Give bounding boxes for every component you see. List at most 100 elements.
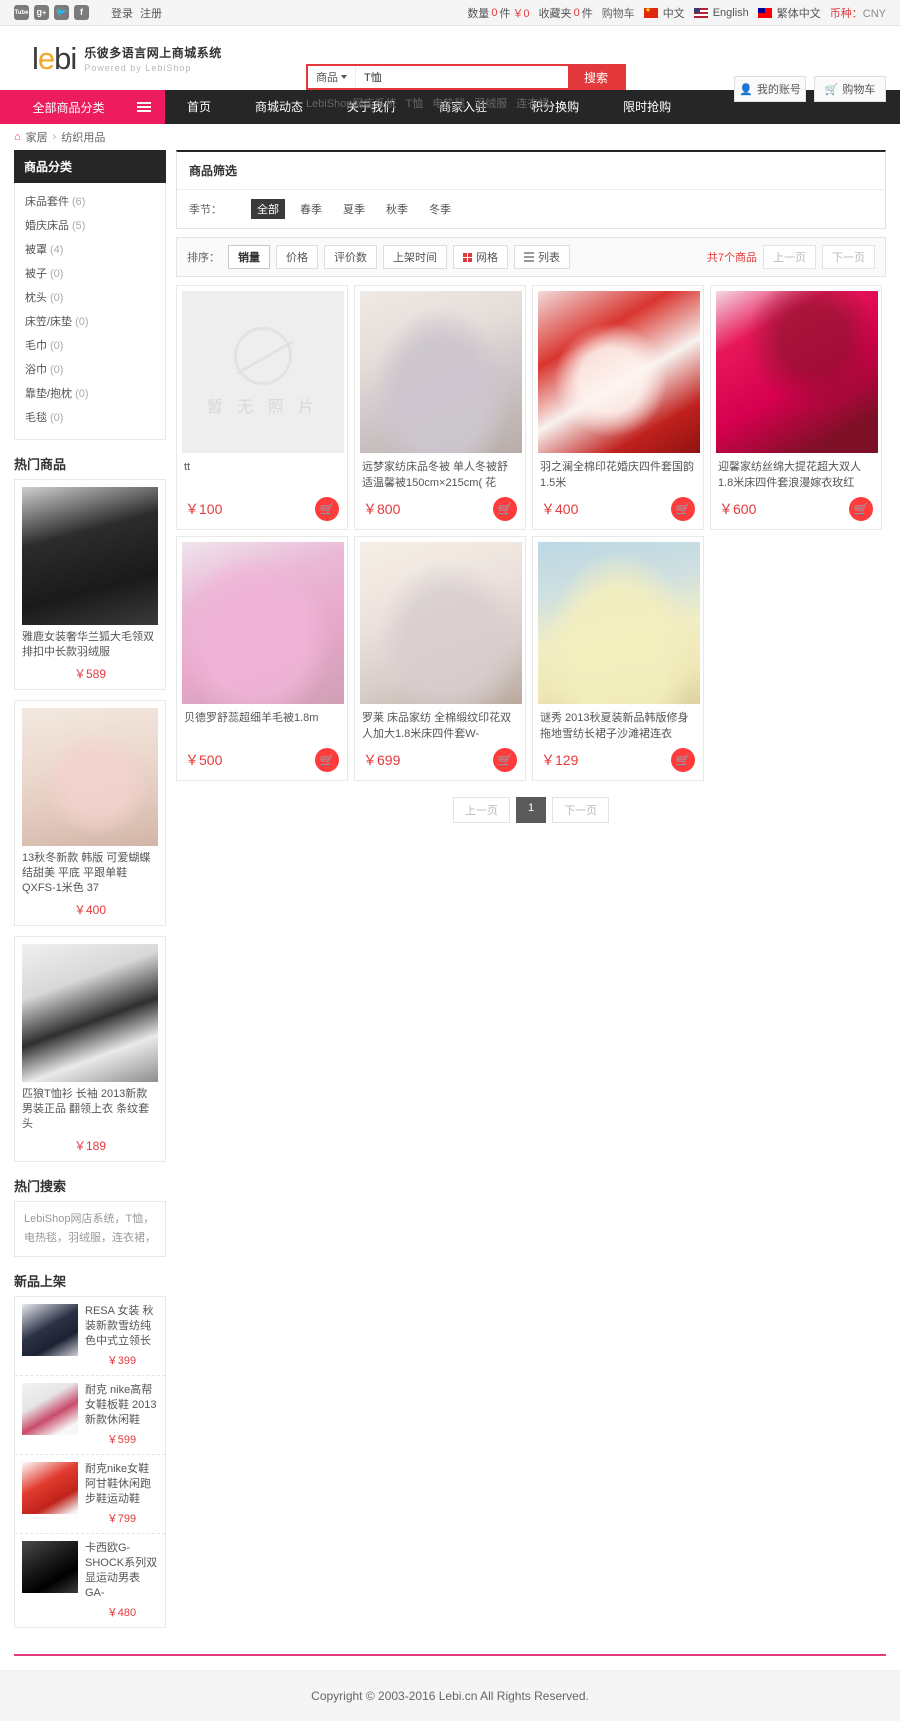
sidebar-category-1[interactable]: 婚庆床品 (5) <box>25 213 155 237</box>
social-links: Tube g + 🐦 f <box>14 5 89 20</box>
search-button[interactable]: 搜索 <box>568 66 624 88</box>
sidebar-category-8[interactable]: 靠垫/抱枕 (0) <box>25 381 155 405</box>
register-link[interactable]: 注册 <box>140 5 162 21</box>
sort-by-sales[interactable]: 销量 <box>228 245 270 269</box>
new-product-name: RESA 女装 秋装新款雪纺纯色中式立领长 <box>85 1305 154 1347</box>
pagination-next[interactable]: 下一页 <box>552 797 610 823</box>
add-to-cart-icon[interactable]: 🛒 <box>671 497 695 521</box>
product-name[interactable]: 迎馨家纺丝绵大提花超大双人1.8米床四件套浪漫嫁衣玫红 <box>718 459 874 491</box>
product-name[interactable]: 贝德罗舒蕊超细羊毛被1.8m <box>184 710 340 742</box>
site-logo[interactable]: lebi 乐彼多语言网上商城系统 Powered by LebiShop <box>32 43 222 74</box>
sidebar-category-0[interactable]: 床品套件 (6) <box>25 189 155 213</box>
category-count: (5) <box>72 220 86 232</box>
pagination-page-1[interactable]: 1 <box>515 797 547 823</box>
currency-value: CNY <box>862 7 886 20</box>
sortbar-prev-page[interactable]: 上一页 <box>763 245 816 269</box>
sort-by-date[interactable]: 上架时间 <box>383 245 447 269</box>
sidebar-category-6[interactable]: 毛巾 (0) <box>25 333 155 357</box>
season-option-autumn[interactable]: 秋季 <box>380 199 414 219</box>
hot-product-price: ￥189 <box>73 1139 107 1153</box>
home-icon: ⌂ <box>14 131 21 143</box>
sidebar-category-7[interactable]: 浴巾 (0) <box>25 357 155 381</box>
product-image <box>182 542 344 704</box>
product-name[interactable]: 远梦家纺床品冬被 单人冬被舒适温馨被150cm×215cm( 花 <box>362 459 518 491</box>
sort-by-reviews[interactable]: 评价数 <box>324 245 377 269</box>
flag-us-icon <box>693 7 708 18</box>
sidebar-category-2[interactable]: 被罩 (4) <box>25 237 155 261</box>
category-count: (0) <box>75 388 89 400</box>
all-categories-button[interactable]: 全部商品分类 <box>0 90 165 124</box>
copyright-text: Copyright © 2003-2016 Lebi.cn All Rights… <box>311 1689 589 1703</box>
hot-search-text[interactable]: LebiShop网店系统，T恤，电热毯，羽绒服，连衣裙， <box>14 1201 166 1257</box>
login-link[interactable]: 登录 <box>111 5 133 21</box>
product-card-1[interactable]: 远梦家纺床品冬被 单人冬被舒适温馨被150cm×215cm( 花 ￥800 🛒 <box>354 285 526 530</box>
pagination: 上一页 1 下一页 <box>176 797 886 823</box>
sort-right: 共7个商品 上一页 下一页 <box>707 245 875 269</box>
nav-item-home[interactable]: 首页 <box>165 90 233 124</box>
hot-keyword-1[interactable]: T恤 <box>406 95 424 111</box>
add-to-cart-icon[interactable]: 🛒 <box>315 497 339 521</box>
product-card-4[interactable]: 贝德罗舒蕊超细羊毛被1.8m ￥500 🛒 <box>176 536 348 781</box>
product-name[interactable]: 罗莱 床品家纺 全棉缎纹印花双人加大1.8米床四件套W- <box>362 710 518 742</box>
hot-keyword-2[interactable]: 电热毯 <box>432 95 465 111</box>
sortbar-next-page[interactable]: 下一页 <box>822 245 875 269</box>
product-card-6[interactable]: 谜秀 2013秋夏装新品韩版修身拖地雪纺长裙子沙滩裙连衣 ￥129 🛒 <box>532 536 704 781</box>
hot-product-card-0[interactable]: 雅鹿女装奢华兰狐大毛领双排扣中长款羽绒服 ￥589 <box>14 479 166 690</box>
youtube-icon[interactable]: Tube <box>14 5 29 20</box>
hot-product-card-2[interactable]: 匹狼T恤衫 长袖 2013新款 男装正品 翻领上衣 条纹套头 ￥189 <box>14 936 166 1162</box>
product-card-2[interactable]: 羽之澜全棉印花婚庆四件套国韵1.5米 ￥400 🛒 <box>532 285 704 530</box>
view-grid-button[interactable]: 网格 <box>453 245 508 269</box>
season-option-winter[interactable]: 冬季 <box>423 199 457 219</box>
product-name[interactable]: 谜秀 2013秋夏装新品韩版修身拖地雪纺长裙子沙滩裙连衣 <box>540 710 696 742</box>
hot-keyword-3[interactable]: 羽绒服 <box>474 95 507 111</box>
breadcrumb-home[interactable]: 家居 <box>26 129 48 145</box>
twitter-icon[interactable]: 🐦 <box>54 5 69 20</box>
product-card-3[interactable]: 迎馨家纺丝绵大提花超大双人1.8米床四件套浪漫嫁衣玫红 ￥600 🛒 <box>710 285 882 530</box>
search-input[interactable] <box>356 66 568 88</box>
sidebar-category-4[interactable]: 枕头 (0) <box>25 285 155 309</box>
sidebar-category-5[interactable]: 床笠/床垫 (0) <box>25 309 155 333</box>
facebook-icon[interactable]: f <box>74 5 89 20</box>
sort-by-price[interactable]: 价格 <box>276 245 318 269</box>
season-option-all[interactable]: 全部 <box>251 199 285 219</box>
view-list-button[interactable]: 列表 <box>514 245 570 269</box>
product-grid: 暂 无 照 片 tt ￥100 🛒 远梦家纺床品冬被 单人冬被舒适温馨被150c… <box>176 285 886 781</box>
season-option-spring[interactable]: 春季 <box>294 199 328 219</box>
logo-letter-e: e <box>37 40 55 76</box>
pagination-prev[interactable]: 上一页 <box>452 797 510 823</box>
lang-cn[interactable]: 中文 <box>643 5 685 21</box>
add-to-cart-icon[interactable]: 🛒 <box>315 748 339 772</box>
new-product-1[interactable]: 耐克 nike高帮女鞋板鞋 2013新款休闲鞋 ￥599 <box>15 1376 165 1455</box>
hot-products-title: 热门商品 <box>14 457 67 472</box>
sidebar-category-9[interactable]: 毛毯 (0) <box>25 405 155 429</box>
search-category-label: 商品 <box>316 72 338 84</box>
new-product-image <box>22 1383 78 1435</box>
season-option-summer[interactable]: 夏季 <box>337 199 371 219</box>
product-card-0[interactable]: 暂 无 照 片 tt ￥100 🛒 <box>176 285 348 530</box>
hot-product-card-1[interactable]: 13秋冬新款 韩版 可爱蝴蝶结甜美 平底 平跟单鞋QXFS-1米色 37 ￥40… <box>14 700 166 926</box>
hot-keyword-0[interactable]: LebiShop网店系统 <box>306 95 397 111</box>
topbar-right: 数量 0 件 ￥0 收藏夹 0 件 购物车 中文 English 繁体中文 币种… <box>467 5 886 21</box>
lang-tw[interactable]: 繁体中文 <box>757 5 821 21</box>
cart-button[interactable]: 🛒 购物车 <box>814 76 886 102</box>
favorites-status[interactable]: 收藏夹 0 件 <box>539 5 593 21</box>
googleplus-icon[interactable]: g + <box>34 5 49 20</box>
new-product-2[interactable]: 耐克nike女鞋阿甘鞋休闲跑步鞋运动鞋 ￥799 <box>15 1455 165 1534</box>
product-name[interactable]: 羽之澜全棉印花婚庆四件套国韵1.5米 <box>540 459 696 491</box>
add-to-cart-icon[interactable]: 🛒 <box>671 748 695 772</box>
sidebar-category-3[interactable]: 被子 (0) <box>25 261 155 285</box>
new-product-3[interactable]: 卡西欧G-SHOCK系列双显运动男表GA- ￥480 <box>15 1534 165 1627</box>
my-account-button[interactable]: 👤 我的账号 <box>734 76 806 102</box>
new-product-0[interactable]: RESA 女装 秋装新款雪纺纯色中式立领长 ￥399 <box>15 1297 165 1376</box>
product-name[interactable]: tt <box>184 459 340 491</box>
product-card-5[interactable]: 罗莱 床品家纺 全棉缎纹印花双人加大1.8米床四件套W- ￥699 🛒 <box>354 536 526 781</box>
hot-product-price: ￥589 <box>73 667 107 681</box>
lang-en[interactable]: English <box>693 7 749 19</box>
topbar-cart-link[interactable]: 购物车 <box>602 5 635 21</box>
add-to-cart-icon[interactable]: 🛒 <box>849 497 873 521</box>
add-to-cart-icon[interactable]: 🛒 <box>493 497 517 521</box>
currency-selector[interactable]: 币种：CNY <box>830 5 886 21</box>
search-category-dropdown[interactable]: 商品 <box>308 66 356 88</box>
add-to-cart-icon[interactable]: 🛒 <box>493 748 517 772</box>
hot-keyword-4[interactable]: 连衣裙 <box>516 95 549 111</box>
